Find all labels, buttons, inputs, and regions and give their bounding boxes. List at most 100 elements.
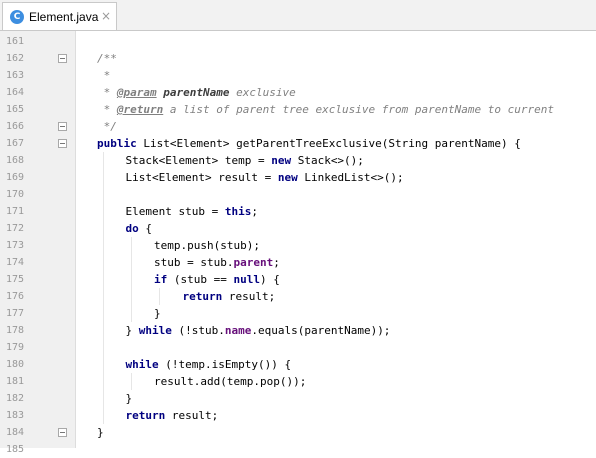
code-line: } (154, 305, 161, 322)
line-number: 176 (6, 291, 25, 302)
line-number: 181 (6, 376, 25, 387)
code-line: } (126, 390, 133, 407)
code-token: while (125, 358, 159, 371)
code-token: public (97, 137, 137, 150)
java-class-icon: C (10, 10, 24, 24)
code-token: parent (233, 256, 274, 269)
code-token: parentName (163, 86, 230, 99)
code-line: public List<Element> getParentTreeExclus… (97, 135, 521, 152)
code-line: return result; (183, 288, 276, 305)
code-token: @param (116, 86, 157, 99)
code-line: Stack<Element> temp = new Stack<>(); (126, 152, 364, 169)
code-token: .equals(parentName)); (251, 324, 391, 337)
code-token: null (233, 273, 260, 286)
code-token: ; (273, 256, 280, 269)
line-number-gutter: 161 162 163 164 165 166 167 168 169 170 171 172 173 1… (0, 31, 76, 455)
code-token: } (125, 324, 139, 337)
code-token: * (97, 103, 117, 116)
code-token: name (224, 324, 252, 337)
code-line: * (97, 67, 111, 84)
code-token: LinkedList<>(); (297, 171, 404, 184)
code-line: if (stub == null) { (154, 271, 280, 288)
line-number: 183 (6, 410, 25, 421)
code-token: result; (222, 290, 276, 303)
code-token: Stack<Element> temp = (125, 154, 272, 167)
code-token: List<Element> result = (125, 171, 278, 184)
code-token: while (138, 324, 172, 337)
close-icon[interactable]: × (101, 8, 111, 24)
line-number: 170 (6, 189, 25, 200)
code-token: * (97, 86, 117, 99)
code-token: stub = stub. (154, 256, 234, 269)
code-token: (!stub. (171, 324, 225, 337)
code-line: } (97, 424, 104, 441)
code-line: /** (97, 50, 117, 67)
line-number: 182 (6, 393, 25, 404)
code-line: */ (97, 118, 117, 135)
indent-guide (103, 152, 104, 424)
line-number: 184 (6, 427, 25, 438)
code-token: return (125, 409, 166, 422)
fold-marker-icon[interactable] (58, 428, 67, 437)
code-line: while (!temp.isEmpty()) { (126, 356, 292, 373)
line-number: 179 (6, 342, 25, 353)
line-number: 168 (6, 155, 25, 166)
indent-guide (159, 288, 160, 305)
line-number: 167 (6, 138, 25, 149)
line-number: 169 (6, 172, 25, 183)
line-number: 164 (6, 87, 25, 98)
code-line: return result; (126, 407, 219, 424)
code-token: new (271, 154, 292, 167)
code-line: } while (!stub.name.equals(parentName)); (126, 322, 391, 339)
code-token: } (97, 426, 104, 439)
code-line: temp.push(stub); (154, 237, 260, 254)
code-token: Stack<>(); (291, 154, 364, 167)
fold-marker-icon[interactable] (58, 122, 67, 131)
code-token: } (125, 392, 133, 405)
code-line: Element stub = this; (126, 203, 258, 220)
line-number: 175 (6, 274, 25, 285)
code-token: (!temp.isEmpty()) { (158, 358, 292, 371)
line-number: 163 (6, 70, 25, 81)
code-line: * @param parentName exclusive (97, 84, 296, 101)
code-token: new (277, 171, 298, 184)
code-token: * (97, 69, 111, 82)
fold-marker-icon[interactable] (58, 54, 67, 63)
code-token: { (138, 222, 152, 235)
code-token: return (182, 290, 223, 303)
line-number: 172 (6, 223, 25, 234)
line-number: 173 (6, 240, 25, 251)
code-token: do (125, 222, 139, 235)
line-number: 180 (6, 359, 25, 370)
editor-tab-element-java[interactable]: C Element.java × (2, 2, 117, 30)
line-number: 185 (6, 444, 25, 455)
line-number: 162 (6, 53, 25, 64)
line-number: 165 (6, 104, 25, 115)
line-number: 161 (6, 36, 25, 47)
code-token: if (154, 273, 168, 286)
code-token: exclusive (229, 86, 296, 99)
tab-filename: Element.java (29, 10, 99, 24)
code-token: @return (116, 103, 164, 116)
code-token: (stub == (167, 273, 234, 286)
line-number: 166 (6, 121, 25, 132)
line-number: 174 (6, 257, 25, 268)
code-token: } (154, 307, 161, 320)
indent-guide (131, 373, 132, 390)
code-token: /** (97, 52, 117, 65)
editor-tab-bar: C Element.java × (0, 0, 596, 31)
code-line: result.add(temp.pop()); (154, 373, 306, 390)
code-token: */ (97, 120, 117, 133)
fold-marker-icon[interactable] (58, 139, 67, 148)
code-token: List<Element> getParentTreeExclusive(Str… (136, 137, 521, 150)
code-line: List<Element> result = new LinkedList<>(… (126, 169, 404, 186)
indent-guide (131, 237, 132, 322)
code-line: stub = stub.parent; (154, 254, 280, 271)
code-token: Element stub = (125, 205, 225, 218)
code-line: * @return a list of parent tree exclusiv… (97, 101, 554, 118)
code-token: result.add(temp.pop()); (154, 375, 307, 388)
line-number: 178 (6, 325, 25, 336)
code-token: ) { (259, 273, 280, 286)
line-number: 177 (6, 308, 25, 319)
code-line: do { (126, 220, 153, 237)
